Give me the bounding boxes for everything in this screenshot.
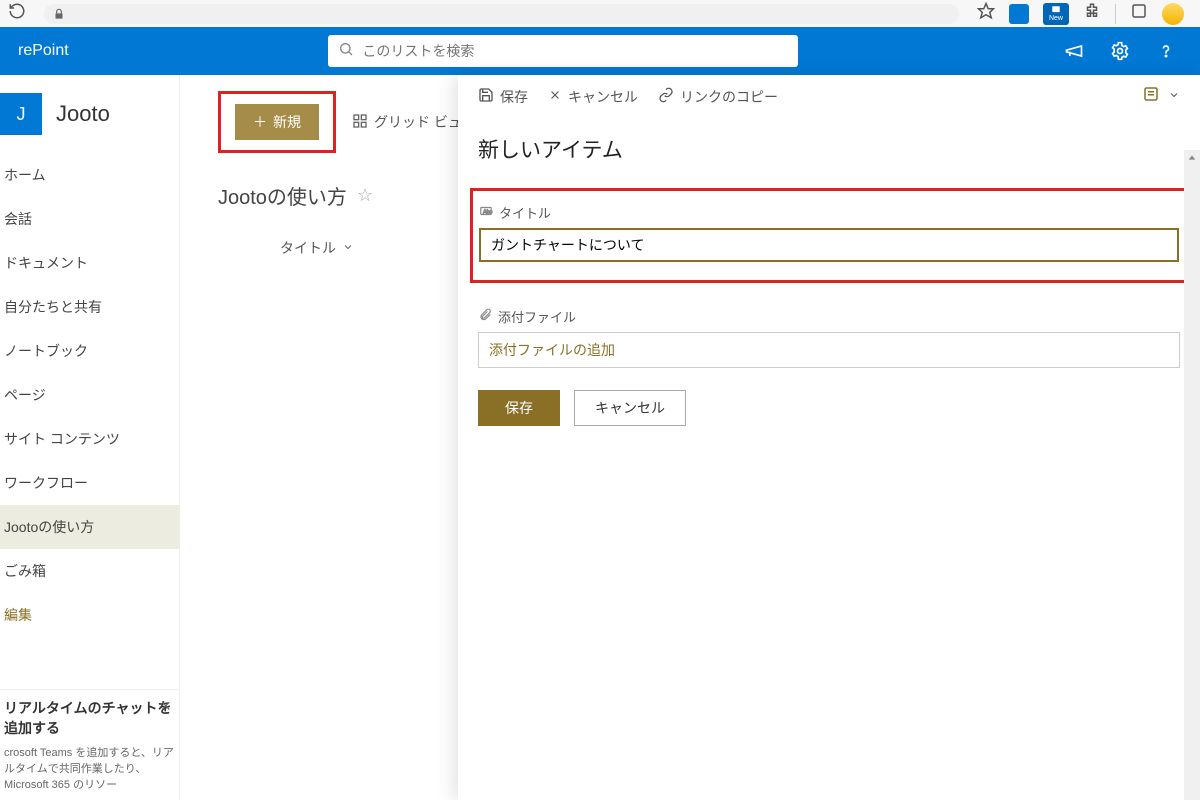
highlight-new-button: ＋ 新規 — [218, 91, 336, 153]
new-item-button[interactable]: ＋ 新規 — [235, 104, 319, 140]
attach-field-label-row: 添付ファイル — [478, 307, 1180, 326]
panel-form-mode[interactable] — [1142, 85, 1180, 108]
search-box[interactable] — [328, 35, 798, 67]
promo-body: crosoft Teams を追加すると、リアルタイムで共同作業したり、Micr… — [4, 744, 175, 792]
nav-workflow[interactable]: ワークフロー — [0, 461, 179, 505]
left-nav: J Jooto ホーム 会話 ドキュメント 自分たちと共有 ノートブック ページ… — [0, 75, 180, 800]
favorite-star-icon[interactable]: ☆ — [357, 185, 373, 206]
close-icon[interactable]: × — [160, 696, 171, 717]
cancel-button[interactable]: キャンセル — [574, 390, 686, 426]
help-icon[interactable] — [1156, 41, 1176, 61]
settings-icon[interactable] — [1110, 41, 1130, 61]
app-icon[interactable] — [1130, 2, 1148, 25]
search-icon — [338, 41, 354, 62]
panel-heading: 新しいアイテム — [458, 118, 1200, 180]
text-field-icon: Abc — [479, 204, 493, 221]
svg-text:Abc: Abc — [483, 209, 492, 215]
attach-field-label: 添付ファイル — [498, 307, 576, 326]
nav-jooto-usage[interactable]: Jootoの使い方 — [0, 505, 179, 549]
nav-edit-link[interactable]: 編集 — [0, 593, 179, 637]
nav-home[interactable]: ホーム — [0, 153, 179, 197]
search-input[interactable] — [362, 43, 788, 59]
vertical-scrollbar[interactable] — [1184, 150, 1200, 800]
close-icon — [548, 88, 562, 105]
extensions-icon[interactable] — [1083, 2, 1101, 25]
megaphone-icon[interactable] — [1064, 41, 1084, 61]
bing-icon[interactable] — [1009, 4, 1029, 24]
lock-icon — [52, 7, 66, 21]
new-item-panel: 保存 キャンセル リンクのコピー — [458, 75, 1200, 800]
suite-header: rePoint — [0, 27, 1200, 75]
nav-pages[interactable]: ページ — [0, 373, 179, 417]
attachment-icon — [478, 308, 492, 325]
chevron-down-icon — [342, 240, 354, 256]
collections-icon[interactable]: New — [1043, 3, 1069, 25]
scroll-up-icon[interactable] — [1184, 150, 1200, 166]
url-bar[interactable] — [44, 4, 959, 24]
site-name[interactable]: Jooto — [56, 101, 110, 127]
app-brand[interactable]: rePoint — [0, 42, 87, 60]
panel-cancel-label: キャンセル — [568, 87, 638, 107]
title-field-label-row: Abc タイトル — [479, 203, 1179, 222]
highlight-title-field: Abc タイトル — [470, 188, 1188, 283]
chevron-down-icon — [1168, 88, 1180, 106]
browser-chrome: New — [0, 0, 1200, 27]
reload-icon[interactable] — [8, 2, 26, 25]
grid-view-button[interactable]: グリッド ビュ — [352, 112, 462, 132]
site-header: J Jooto — [0, 75, 179, 153]
nav-site-contents[interactable]: サイト コンテンツ — [0, 417, 179, 461]
nav-documents[interactable]: ドキュメント — [0, 241, 179, 285]
nav-notebook[interactable]: ノートブック — [0, 329, 179, 373]
panel-save-label: 保存 — [500, 87, 528, 107]
panel-save-command[interactable]: 保存 — [478, 87, 528, 107]
link-icon — [658, 87, 674, 106]
panel-copylink-command[interactable]: リンクのコピー — [658, 87, 778, 107]
teams-promo: × リアルタイムのチャットを追加する crosoft Teams を追加すると、… — [0, 689, 179, 800]
panel-copylink-label: リンクのコピー — [680, 87, 778, 107]
panel-command-bar: 保存 キャンセル リンクのコピー — [458, 75, 1200, 118]
column-title-label: タイトル — [280, 238, 336, 258]
grid-icon — [352, 113, 368, 132]
nav-conversations[interactable]: 会話 — [0, 197, 179, 241]
new-button-label: 新規 — [273, 112, 301, 132]
nav-recycle-bin[interactable]: ごみ箱 — [0, 549, 179, 593]
panel-cancel-command[interactable]: キャンセル — [548, 87, 638, 107]
save-icon — [478, 87, 494, 106]
profile-avatar[interactable] — [1162, 3, 1184, 25]
promo-title: リアルタイムのチャットを追加する — [4, 698, 175, 738]
grid-view-label: グリッド ビュ — [374, 112, 462, 132]
favorite-icon[interactable] — [977, 2, 995, 25]
browser-actions: New — [977, 2, 1192, 25]
site-tile[interactable]: J — [0, 93, 42, 135]
title-input[interactable] — [479, 228, 1179, 262]
list-title: Jootoの使い方 — [218, 181, 347, 210]
form-icon — [1142, 85, 1160, 108]
nav-shared[interactable]: 自分たちと共有 — [0, 285, 179, 329]
plus-icon: ＋ — [253, 112, 267, 132]
add-attachment-button[interactable]: 添付ファイルの追加 — [478, 332, 1180, 368]
divider — [1115, 4, 1116, 24]
title-field-label: タイトル — [499, 203, 551, 222]
save-button[interactable]: 保存 — [478, 390, 560, 426]
